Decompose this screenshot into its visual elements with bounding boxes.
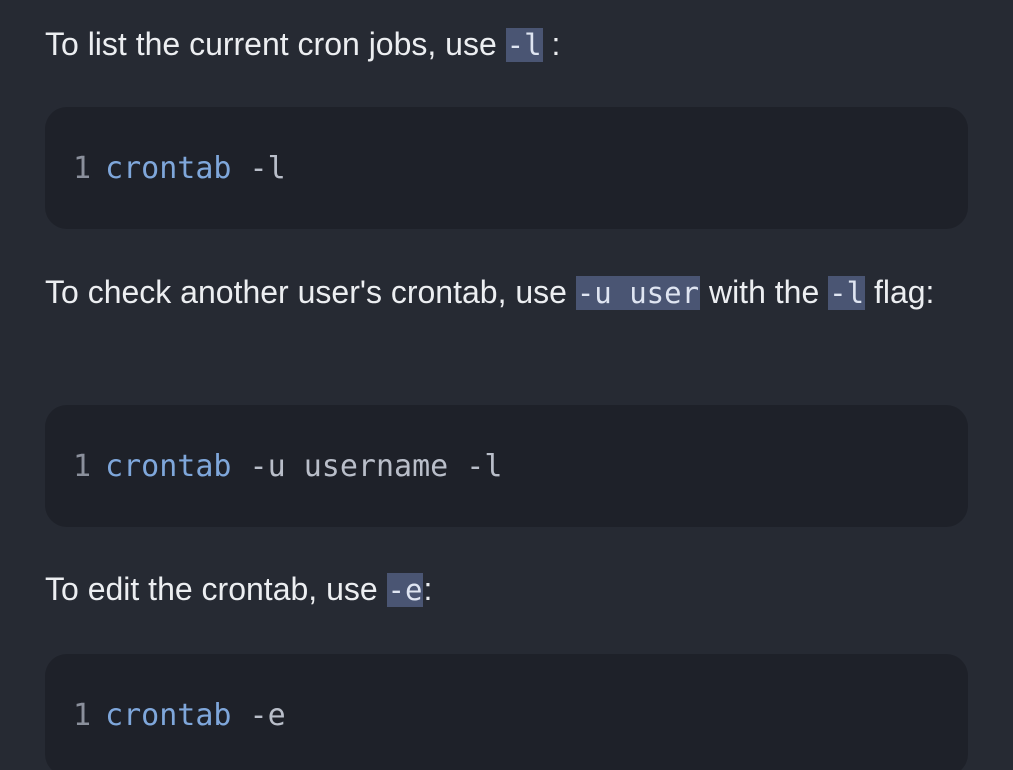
line-number: 1 [73, 448, 92, 484]
code-block-list[interactable]: 1 crontab -l [45, 107, 968, 229]
code-command: crontab [105, 448, 232, 484]
inline-code-l: -l [828, 276, 866, 310]
paragraph-text: To list the current cron jobs, use [45, 26, 506, 62]
paragraph-text: To edit the crontab, use [45, 571, 387, 607]
paragraph-text: with the [700, 274, 829, 310]
code-args: -e [231, 697, 286, 733]
inline-code-l: -l [505, 28, 543, 62]
line-number: 1 [73, 150, 92, 186]
inline-code-u-user: -u user [575, 276, 701, 310]
paragraph-text: : [423, 571, 433, 607]
code-block-other-user[interactable]: 1 crontab -u username -l [45, 405, 968, 527]
paragraph-other-user: To check another user's crontab, use -u … [45, 268, 945, 317]
paragraph-edit: To edit the crontab, use -e: [45, 565, 432, 614]
code-args: -l [231, 150, 286, 186]
code-command: crontab [105, 150, 232, 186]
code-command: crontab [105, 697, 232, 733]
code-args: -u username -l [231, 448, 503, 484]
code-block-edit[interactable]: 1 crontab -e [45, 654, 968, 770]
paragraph-list-jobs: To list the current cron jobs, use -l : [45, 20, 560, 69]
paragraph-text: To check another user's crontab, use [45, 274, 576, 310]
line-number: 1 [73, 697, 92, 733]
paragraph-text: : [542, 26, 561, 62]
inline-code-e: -e [386, 573, 424, 607]
paragraph-text: flag: [865, 274, 935, 310]
